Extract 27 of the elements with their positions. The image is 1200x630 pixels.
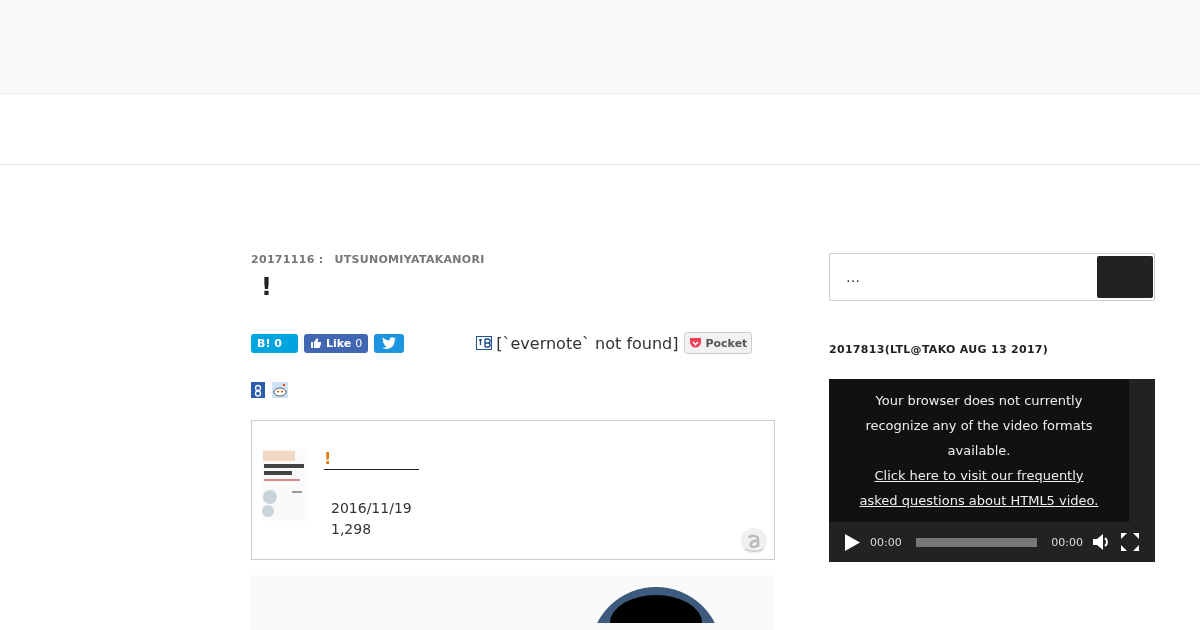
post-date: 20171116 : bbox=[251, 253, 324, 266]
fullscreen-icon[interactable] bbox=[1121, 533, 1139, 551]
play-button[interactable] bbox=[845, 533, 860, 551]
product-price: 1,298 bbox=[331, 520, 373, 539]
current-time: 00:00 bbox=[870, 535, 902, 549]
duration: 00:00 bbox=[1051, 535, 1083, 549]
faq-link[interactable]: Click here to visit our frequently asked questions about HTML5 video. bbox=[857, 463, 1101, 513]
post-title: ! bbox=[261, 272, 273, 302]
evernote-message: [`evernote` not found] bbox=[496, 333, 679, 353]
hatena-icon[interactable] bbox=[476, 336, 493, 350]
volume-icon[interactable] bbox=[1093, 534, 1111, 550]
seek-bar[interactable] bbox=[915, 537, 1038, 547]
pocket-icon bbox=[689, 337, 703, 349]
video-message: Your browser does not currently recognize any of the video formats available. bbox=[864, 392, 1094, 460]
product-title[interactable]: ! bbox=[324, 449, 419, 470]
bird-icon bbox=[382, 337, 397, 349]
reddit-icon[interactable] bbox=[272, 382, 288, 398]
hatena-bookmark-button[interactable]: B! 0 bbox=[251, 333, 298, 353]
facebook-like-button[interactable]: Like 0 bbox=[304, 333, 369, 353]
google-icon[interactable] bbox=[251, 382, 265, 398]
product-date: 2016/11/19 bbox=[331, 499, 413, 518]
twitter-button[interactable] bbox=[374, 333, 405, 353]
post-author[interactable]: UTSUNOMIYATAKANORI bbox=[334, 253, 485, 266]
widget-title: 2017813(LTL@TAKO AUG 13 2017) bbox=[829, 343, 1050, 356]
thumbs-up-icon bbox=[310, 337, 322, 349]
pocket-button[interactable]: Pocket bbox=[684, 332, 753, 354]
amazon-icon bbox=[740, 527, 768, 555]
